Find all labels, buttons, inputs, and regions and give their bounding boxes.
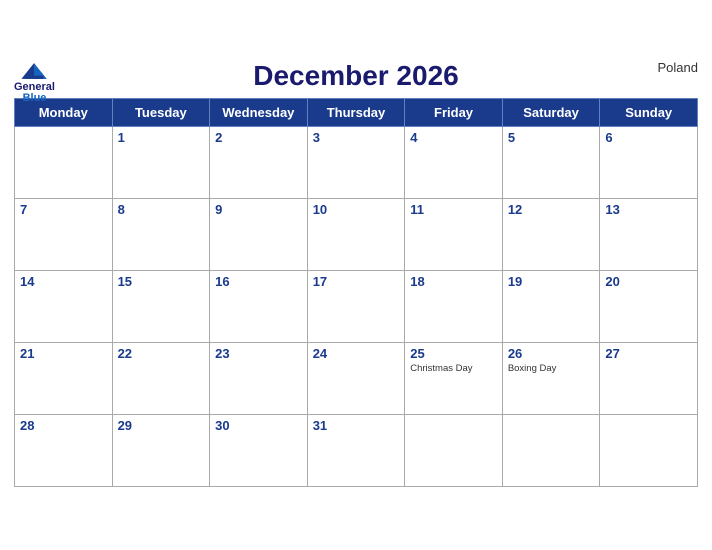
calendar-cell: 7: [15, 198, 113, 270]
calendar-table: Monday Tuesday Wednesday Thursday Friday…: [14, 98, 698, 487]
calendar-header: General Blue December 2026 Poland: [14, 60, 698, 92]
calendar-cell: 8: [112, 198, 210, 270]
calendar-cell: 30: [210, 414, 308, 486]
calendar-cell: 17: [307, 270, 405, 342]
calendar-cell: 27: [600, 342, 698, 414]
day-number: 2: [215, 130, 302, 145]
day-number: 18: [410, 274, 497, 289]
calendar-cell: 11: [405, 198, 503, 270]
day-number: 30: [215, 418, 302, 433]
weekday-header-row: Monday Tuesday Wednesday Thursday Friday…: [15, 98, 698, 126]
calendar-cell: 3: [307, 126, 405, 198]
calendar-cell: 31: [307, 414, 405, 486]
day-number: 23: [215, 346, 302, 361]
calendar-cell: 23: [210, 342, 308, 414]
calendar-week-row: 123456: [15, 126, 698, 198]
calendar-title: December 2026: [253, 60, 458, 92]
generalblue-logo-icon: [16, 60, 52, 82]
day-number: 7: [20, 202, 107, 217]
day-number: 24: [313, 346, 400, 361]
day-number: 16: [215, 274, 302, 289]
calendar-cell: 20: [600, 270, 698, 342]
calendar-cell: 22: [112, 342, 210, 414]
calendar-week-row: 789 10 11 12 13: [15, 198, 698, 270]
calendar-cell: 18: [405, 270, 503, 342]
calendar-wrapper: General Blue December 2026 Poland Monday…: [0, 50, 712, 501]
calendar-cell: [15, 126, 113, 198]
calendar-cell: 15: [112, 270, 210, 342]
calendar-cell: 29: [112, 414, 210, 486]
header-thursday: Thursday: [307, 98, 405, 126]
calendar-cell: 2: [210, 126, 308, 198]
day-number: 11: [410, 202, 497, 217]
day-number: 27: [605, 346, 692, 361]
calendar-cell: 16: [210, 270, 308, 342]
day-number: 9: [215, 202, 302, 217]
day-number: 14: [20, 274, 107, 289]
calendar-cell: 4: [405, 126, 503, 198]
calendar-cell: 26 Boxing Day: [502, 342, 600, 414]
calendar-cell: [600, 414, 698, 486]
logo-area: General Blue: [14, 60, 55, 104]
header-friday: Friday: [405, 98, 503, 126]
calendar-cell: 13: [600, 198, 698, 270]
calendar-cell: 12: [502, 198, 600, 270]
day-number: 1: [118, 130, 205, 145]
day-number: 31: [313, 418, 400, 433]
day-number: 21: [20, 346, 107, 361]
calendar-cell: 25 Christmas Day: [405, 342, 503, 414]
header-sunday: Sunday: [600, 98, 698, 126]
header-wednesday: Wednesday: [210, 98, 308, 126]
holiday-name: Boxing Day: [508, 363, 595, 374]
logo-blue-text: Blue: [23, 93, 47, 104]
day-number: 17: [313, 274, 400, 289]
calendar-cell: [405, 414, 503, 486]
header-tuesday: Tuesday: [112, 98, 210, 126]
day-number: 8: [118, 202, 205, 217]
day-number: 26: [508, 346, 595, 361]
header-saturday: Saturday: [502, 98, 600, 126]
day-number: 6: [605, 130, 692, 145]
day-number: 12: [508, 202, 595, 217]
country-label: Poland: [658, 60, 698, 75]
calendar-cell: 21: [15, 342, 113, 414]
logo-general-text: General: [14, 82, 55, 93]
calendar-cell: 24: [307, 342, 405, 414]
day-number: 10: [313, 202, 400, 217]
calendar-week-row: 14 15 16 17 18 19 20: [15, 270, 698, 342]
day-number: 20: [605, 274, 692, 289]
calendar-cell: 14: [15, 270, 113, 342]
calendar-week-row: 28 29 30 31: [15, 414, 698, 486]
calendar-cell: 9: [210, 198, 308, 270]
calendar-week-row: 21 22 23 24 25 Christmas Day 26 Boxing Day 27: [15, 342, 698, 414]
day-number: 28: [20, 418, 107, 433]
day-number: 19: [508, 274, 595, 289]
calendar-cell: 19: [502, 270, 600, 342]
holiday-name: Christmas Day: [410, 363, 497, 374]
day-number: 4: [410, 130, 497, 145]
calendar-cell: 28: [15, 414, 113, 486]
calendar-cell: 10: [307, 198, 405, 270]
calendar-cell: 1: [112, 126, 210, 198]
day-number: 25: [410, 346, 497, 361]
day-number: 13: [605, 202, 692, 217]
day-number: 3: [313, 130, 400, 145]
calendar-cell: 5: [502, 126, 600, 198]
day-number: 29: [118, 418, 205, 433]
day-number: 15: [118, 274, 205, 289]
calendar-cell: 6: [600, 126, 698, 198]
day-number: 22: [118, 346, 205, 361]
calendar-cell: [502, 414, 600, 486]
day-number: 5: [508, 130, 595, 145]
